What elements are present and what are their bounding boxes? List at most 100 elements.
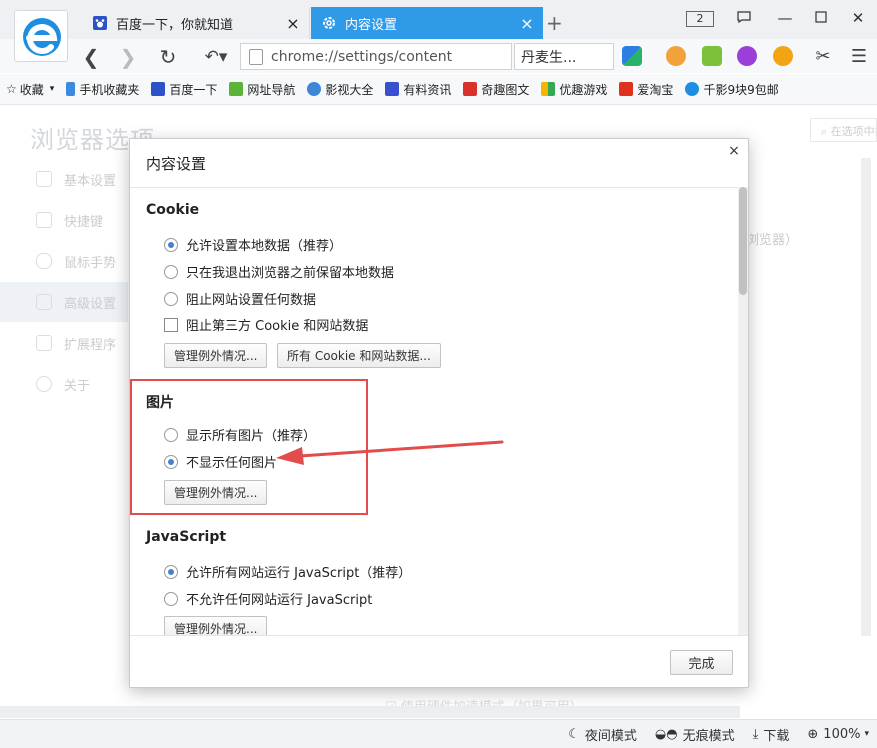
all-cookies-button[interactable]: 所有 Cookie 和网站数据... — [277, 343, 441, 368]
baidu-paw-icon — [92, 15, 108, 31]
ie-icon — [685, 82, 700, 96]
js-block-radio[interactable]: 不允许任何网站运行 JavaScript — [164, 589, 372, 608]
background-text: 浏览器） — [746, 233, 799, 248]
cookie-allow-radio[interactable]: 允许设置本地数据（推荐） — [164, 235, 342, 254]
moon-icon: ☾ — [568, 726, 580, 742]
new-tab-button[interactable]: + — [546, 11, 563, 35]
bookmark-label: 千影9块9包邮 — [703, 82, 779, 97]
radio-unchecked[interactable] — [164, 591, 178, 606]
cookie-block-radio[interactable]: 阻止网站设置任何数据 — [164, 289, 316, 308]
sidebar-item-basic[interactable]: 基本设置 — [0, 159, 128, 199]
undo-close-button[interactable]: ↶▾ — [196, 44, 236, 70]
bookmark-item[interactable]: 爱淘宝 — [619, 81, 673, 98]
zoom-control[interactable]: ⊕ 100% ▾ — [807, 727, 869, 742]
mouse-icon — [36, 253, 52, 269]
settings-search-input[interactable]: ⌕ 在选项中搜索 — [810, 118, 877, 142]
tab-close-icon[interactable]: × — [517, 14, 537, 33]
maximize-button[interactable] — [806, 6, 836, 30]
back-button[interactable]: ❮ — [78, 44, 104, 70]
bookmark-item[interactable]: 优趣游戏 — [541, 81, 607, 98]
sidebar-item-mouse-gestures[interactable]: 鼠标手势 — [0, 241, 128, 281]
download-button[interactable]: ⤓ 下载 — [753, 725, 790, 744]
js-allow-radio[interactable]: 允许所有网站运行 JavaScript（推荐） — [164, 562, 411, 581]
sidebar-item-label: 关于 — [64, 378, 91, 394]
option-label: 不允许任何网站运行 JavaScript — [186, 593, 373, 608]
scissors-icon[interactable]: ✂ — [810, 44, 836, 70]
sidebar-item-advanced[interactable]: 高级设置 — [0, 282, 128, 322]
bookmark-label: 有料资讯 — [403, 82, 452, 97]
browser-logo[interactable] — [14, 10, 68, 62]
js-manage-exceptions-button[interactable]: 管理例外情况... — [164, 616, 268, 635]
advanced-icon — [36, 294, 52, 310]
address-bar[interactable]: chrome://settings/content — [240, 43, 512, 70]
sidebar-item-label: 鼠标手势 — [64, 255, 117, 271]
forward-button[interactable]: ❯ — [115, 44, 141, 70]
tab-baidu[interactable]: 百度一下，你就知道 × — [82, 7, 310, 39]
cookie-session-radio[interactable]: 只在我退出浏览器之前保留本地数据 — [164, 262, 394, 281]
zoom-icon: ⊕ — [807, 726, 819, 742]
images-show-none-radio[interactable]: 不显示任何图片 — [164, 452, 277, 471]
hao-check-icon — [229, 82, 244, 96]
sidebar-item-label: 快捷键 — [64, 214, 104, 230]
feedback-icon[interactable] — [729, 6, 759, 30]
iqiyi-icon[interactable] — [702, 46, 722, 66]
dialog-title: 内容设置 — [146, 155, 207, 173]
diamond-icon[interactable] — [773, 46, 793, 66]
bookmark-item[interactable]: 奇趣图文 — [463, 81, 529, 98]
bookmark-favorites[interactable]: ☆ 收藏 ▾ — [6, 81, 54, 98]
radio-checked[interactable] — [164, 237, 178, 252]
scrollbar-thumb[interactable] — [739, 187, 747, 295]
close-icon[interactable]: × — [726, 143, 742, 159]
news-icon — [385, 82, 400, 96]
reload-button[interactable]: ↻ — [155, 44, 181, 70]
bookmark-item[interactable]: 影视大全 — [307, 81, 373, 98]
bookmark-item[interactable]: 有料资讯 — [385, 81, 451, 98]
bookmark-item[interactable]: 百度一下 — [151, 81, 217, 98]
tab-count-badge[interactable]: 2 — [686, 11, 714, 27]
block-third-party-checkbox[interactable]: 阻止第三方 Cookie 和网站数据 — [164, 315, 368, 334]
bookmark-label: 优趣游戏 — [559, 82, 608, 97]
radio-unchecked[interactable] — [164, 264, 178, 279]
bookmark-item[interactable]: 手机收藏夹 — [66, 81, 139, 98]
close-window-button[interactable]: ✕ — [843, 6, 873, 30]
bookmark-item[interactable]: 千影9块9包邮 — [685, 81, 779, 98]
menu-icon[interactable]: ☰ — [846, 44, 872, 70]
bookmark-item[interactable]: 网址导航 — [229, 81, 295, 98]
horizontal-scrollbar[interactable] — [0, 706, 740, 718]
sidebar-item-extensions[interactable]: 扩展程序 — [0, 323, 128, 363]
sidebar-item-shortcuts[interactable]: 快捷键 — [0, 200, 128, 240]
divider — [130, 635, 748, 636]
night-mode-button[interactable]: ☾ 夜间模式 — [568, 725, 637, 744]
game-controller-icon[interactable] — [737, 46, 757, 66]
radio-unchecked[interactable] — [164, 427, 178, 442]
sidebar-item-label: 基本设置 — [64, 173, 117, 189]
minimize-button[interactable]: — — [770, 6, 800, 30]
chevron-down-icon: ▾ — [864, 729, 869, 739]
tab-title: 内容设置 — [345, 17, 398, 33]
address-dropdown[interactable]: 丹麦生... — [514, 43, 614, 70]
checkbox[interactable] — [164, 317, 178, 332]
tab-content-settings[interactable]: 内容设置 × — [311, 7, 543, 39]
option-label: 阻止第三方 Cookie 和网站数据 — [186, 319, 369, 334]
images-manage-exceptions-button[interactable]: 管理例外情况... — [164, 480, 268, 505]
radio-checked[interactable] — [164, 454, 178, 469]
js-button-clip: 管理例外情况... — [164, 616, 268, 635]
bookmark-label: 奇趣图文 — [481, 82, 530, 97]
bookmark-label: 爱淘宝 — [637, 82, 674, 97]
incognito-button[interactable]: ◒◓ 无痕模式 — [655, 725, 735, 744]
apps-grid-icon[interactable] — [622, 46, 642, 66]
bookmark-label: 网址导航 — [247, 82, 296, 97]
search-placeholder: 在选项中搜索 — [830, 125, 876, 138]
status-label: 夜间模式 — [584, 728, 637, 744]
search-icon: ⌕ — [821, 125, 828, 138]
tab-close-icon[interactable]: × — [283, 14, 303, 33]
radio-unchecked[interactable] — [164, 291, 178, 306]
dropdown-text: 丹麦生... — [521, 49, 577, 66]
page-scrollbar[interactable] — [861, 158, 871, 636]
sidebar-item-about[interactable]: 关于 — [0, 364, 128, 404]
baidu-paw-icon — [151, 82, 166, 96]
radio-checked[interactable] — [164, 564, 178, 579]
video-bird-icon[interactable] — [666, 46, 686, 66]
done-button[interactable]: 完成 — [670, 650, 733, 675]
cookie-manage-exceptions-button[interactable]: 管理例外情况... — [164, 343, 268, 368]
